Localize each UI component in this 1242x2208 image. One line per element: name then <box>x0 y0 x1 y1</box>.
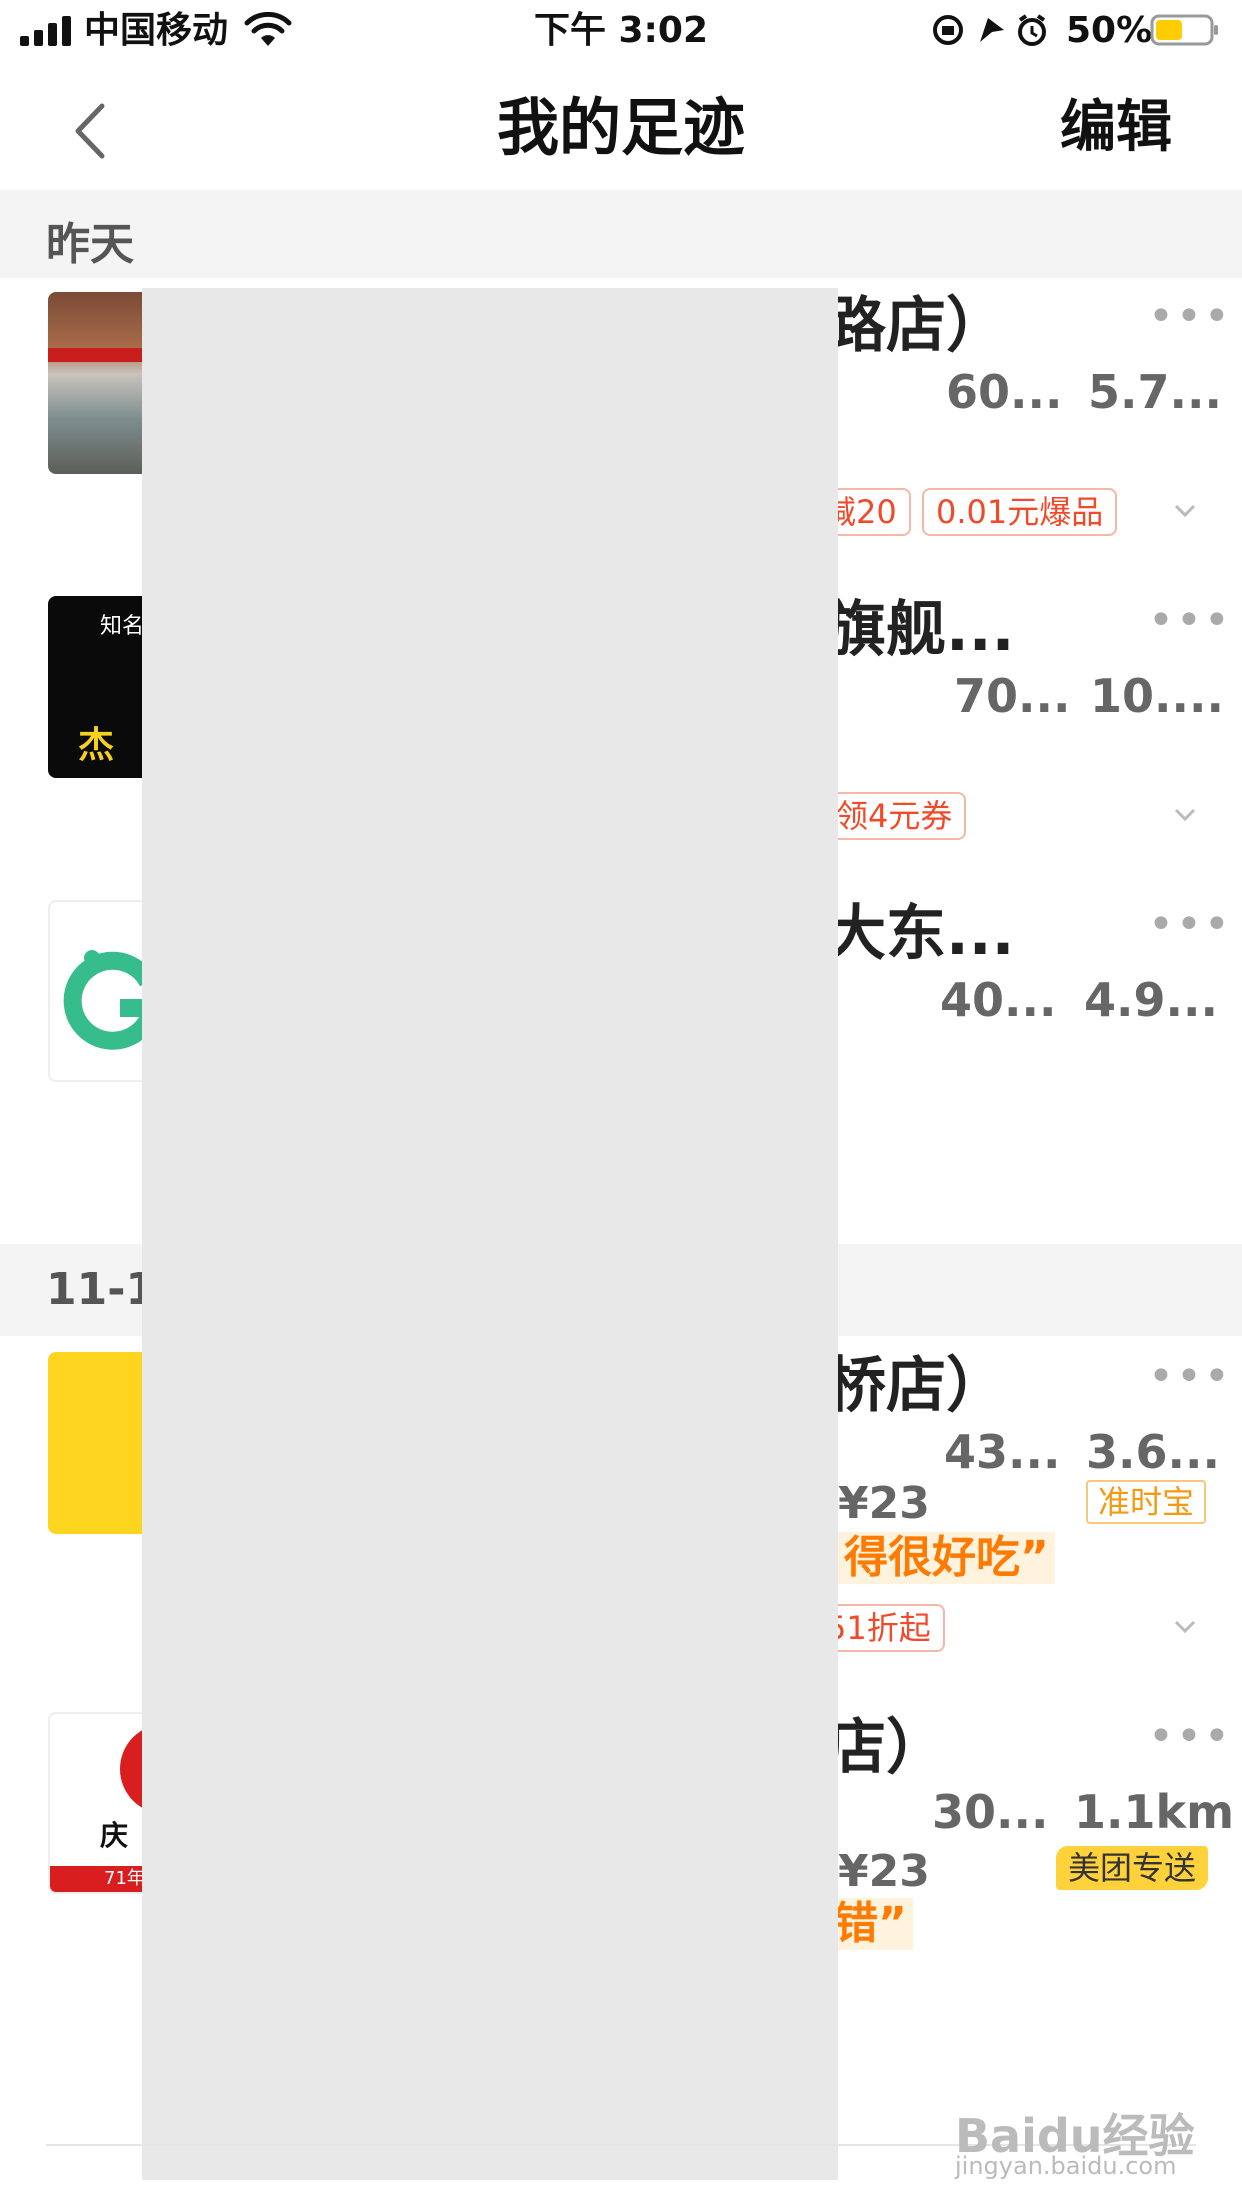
store-stat-distance: 10.... <box>1090 669 1224 723</box>
store-stat-rating: 40... <box>940 973 1057 1027</box>
delivery-badge: 美团专送 <box>1056 1846 1209 1890</box>
chevron-down-icon[interactable] <box>1174 1620 1196 1634</box>
store-name: 桥店） <box>826 1351 1006 1421</box>
nav-bar: 我的足迹 编辑 <box>0 62 1242 192</box>
alarm-icon <box>1018 14 1046 46</box>
section-header: 昨天 <box>0 190 1242 278</box>
promo-tag: 领4元券 <box>822 792 967 840</box>
review-quote: 错” <box>828 1898 913 1950</box>
thumbnail-text: 杰 <box>78 725 115 766</box>
thumbnail-text: 庆 <box>100 1819 129 1852</box>
store-stat-rating: 60... <box>946 365 1063 419</box>
delivery-badge: 准时宝 <box>1086 1480 1207 1524</box>
review-quote: 得很好吃” <box>838 1532 1055 1584</box>
watermark-url: jingyan.baidu.com <box>955 2152 1177 2180</box>
store-stat-rating: 30... <box>932 1785 1049 1839</box>
battery-percent: 50% <box>1066 10 1153 51</box>
page-title: 我的足迹 <box>496 91 745 164</box>
store-price: ¥23 <box>838 1846 930 1897</box>
store-name: 店） <box>826 1713 946 1783</box>
store-stat-rating: 43... <box>944 1425 1061 1479</box>
store-stat-distance: 4.9... <box>1084 973 1218 1027</box>
store-name: 路店） <box>826 291 1006 361</box>
location-icon <box>980 18 1004 42</box>
store-stat-distance: 5.7... <box>1088 365 1222 419</box>
rotation-lock-icon <box>933 15 963 45</box>
section-label: 昨天 <box>46 219 134 270</box>
battery-icon <box>1150 14 1218 46</box>
edit-button[interactable]: 编辑 <box>1060 90 1172 166</box>
more-icon[interactable]: ••• <box>1148 903 1232 947</box>
status-bar: 中国移动 下午 3:02 50% <box>0 0 1242 62</box>
store-stat-distance: 3.6... <box>1086 1425 1220 1479</box>
status-icons <box>933 14 1046 46</box>
store-stat-rating: 70... <box>954 669 1071 723</box>
more-icon[interactable]: ••• <box>1148 295 1232 339</box>
store-price: ¥23 <box>838 1478 930 1529</box>
promo-tag: 0.01元爆品 <box>922 488 1118 536</box>
store-name: 大东... <box>826 899 1015 969</box>
more-icon[interactable]: ••• <box>1148 599 1232 643</box>
more-icon[interactable]: ••• <box>1148 1715 1232 1759</box>
store-name: 旗舰... <box>826 595 1015 665</box>
more-icon[interactable]: ••• <box>1148 1355 1232 1399</box>
chevron-down-icon[interactable] <box>1174 504 1196 518</box>
store-stat-distance: 1.1km <box>1074 1785 1235 1839</box>
redacted-area <box>142 288 838 2180</box>
chevron-down-icon[interactable] <box>1174 808 1196 822</box>
thumbnail-text: 知名 <box>100 614 145 639</box>
